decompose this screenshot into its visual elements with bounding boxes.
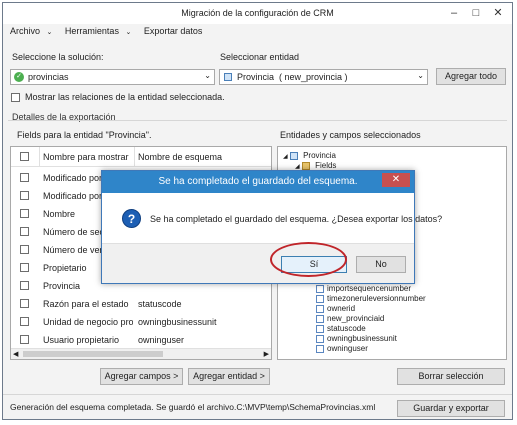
chevron-down-icon: ⌄ xyxy=(204,71,211,80)
row-checkbox[interactable] xyxy=(20,191,29,200)
save-export-button[interactable]: Guardar y exportar xyxy=(397,400,505,417)
table-row[interactable]: Razón para el estado statuscode xyxy=(11,295,271,313)
scroll-left-icon: ◀ xyxy=(13,351,19,358)
field-icon xyxy=(316,344,324,353)
add-all-button[interactable]: Agregar todo xyxy=(436,68,506,85)
row-display-name: Razón para el estado xyxy=(43,299,129,309)
header-schema-name[interactable]: Nombre de esquema xyxy=(138,152,222,162)
menu-separator-icon: ⌄ xyxy=(46,29,53,36)
row-checkbox[interactable] xyxy=(20,245,29,254)
row-checkbox[interactable] xyxy=(20,173,29,182)
row-schema-name: owninguser xyxy=(138,335,185,345)
menu-bar: Archivo ⌄ Herramientas ⌄ Exportar datos xyxy=(10,26,206,38)
window-title: Migración de la configuración de CRM xyxy=(181,8,334,18)
tree-field-item[interactable]: statuscode xyxy=(316,324,366,334)
table-header: Nombre para mostrar Nombre de esquema xyxy=(11,147,271,167)
maximize-button[interactable]: □ xyxy=(469,6,483,20)
field-icon xyxy=(316,294,324,303)
minimize-button[interactable]: – xyxy=(447,6,461,20)
tree-field-item[interactable]: timezoneruleversionnumber xyxy=(316,294,426,304)
status-text: Generación del esquema completada. Se gu… xyxy=(10,402,376,412)
question-icon: ? xyxy=(122,209,141,228)
check-icon: ✓ xyxy=(14,72,24,82)
menu-separator-icon: ⌄ xyxy=(125,29,132,36)
header-display-name[interactable]: Nombre para mostrar xyxy=(43,152,129,162)
solution-select[interactable]: ✓ provincias ⌄ xyxy=(10,69,215,85)
entity-label: Seleccionar entidad xyxy=(220,52,300,62)
tree-root[interactable]: ◢ Provincia xyxy=(283,151,336,161)
solution-label: Seleccione la solución: xyxy=(12,52,104,62)
no-button[interactable]: No xyxy=(356,256,406,273)
tree-field-item[interactable]: ownerid xyxy=(316,304,355,314)
folder-icon xyxy=(301,161,310,170)
entity-icon xyxy=(224,73,232,81)
divider xyxy=(3,394,512,395)
divider xyxy=(8,120,507,121)
horizontal-scrollbar[interactable]: ◀ ▶ xyxy=(11,348,271,359)
tree-field-item[interactable]: owninguser xyxy=(316,344,368,354)
collapse-icon: ◢ xyxy=(283,154,288,160)
menu-archivo[interactable]: Archivo xyxy=(10,26,40,36)
menu-exportar-datos[interactable]: Exportar datos xyxy=(144,26,203,36)
add-fields-button[interactable]: Agregar campos > xyxy=(100,368,183,385)
highlight-ring xyxy=(270,242,347,277)
table-row[interactable]: Usuario propietario owninguser xyxy=(11,331,271,349)
row-checkbox[interactable] xyxy=(20,317,29,326)
add-entity-button[interactable]: Agregar entidad > xyxy=(188,368,270,385)
dialog-close-button[interactable]: ✕ xyxy=(382,173,410,187)
clear-selection-button[interactable]: Borrar selección xyxy=(397,368,505,385)
confirm-dialog: Se ha completado el guardado del esquema… xyxy=(101,170,442,284)
fields-label: Fields para la entidad "Provincia". xyxy=(17,130,152,140)
row-display-name: Unidad de negocio propie xyxy=(43,317,133,327)
menu-herramientas[interactable]: Herramientas xyxy=(65,26,119,36)
tree-field-item[interactable]: owningbusinessunit xyxy=(316,334,397,344)
selected-label: Entidades y campos seleccionados xyxy=(280,130,421,140)
field-icon xyxy=(316,324,324,333)
row-checkbox[interactable] xyxy=(20,335,29,344)
field-icon xyxy=(316,314,324,323)
title-bar: Migración de la configuración de CRM – □… xyxy=(3,3,512,24)
dialog-footer: Sí No xyxy=(102,243,414,283)
scroll-thumb[interactable] xyxy=(23,351,163,357)
field-icon xyxy=(316,334,324,343)
row-checkbox[interactable] xyxy=(20,209,29,218)
field-icon xyxy=(316,304,324,313)
tree-field-item[interactable]: importsequencenumber xyxy=(316,284,411,294)
table-row[interactable]: Unidad de negocio propie owningbusinessun… xyxy=(11,313,271,331)
entity-select[interactable]: Provincia ( new_provincia ) ⌄ xyxy=(219,69,428,85)
row-display-name: Usuario propietario xyxy=(43,335,120,345)
entity-value: Provincia ( new_provincia ) xyxy=(237,72,348,82)
show-relations-label: Mostrar las relaciones de la entidad sel… xyxy=(25,92,225,102)
chevron-down-icon: ⌄ xyxy=(417,71,424,80)
row-checkbox[interactable] xyxy=(20,263,29,272)
scroll-right-icon: ▶ xyxy=(263,351,269,358)
row-checkbox[interactable] xyxy=(20,281,29,290)
row-checkbox[interactable] xyxy=(20,227,29,236)
row-schema-name: statuscode xyxy=(138,299,182,309)
row-checkbox[interactable] xyxy=(20,299,29,308)
close-button[interactable]: ✕ xyxy=(491,6,505,20)
select-all-checkbox[interactable] xyxy=(20,152,29,161)
entity-icon xyxy=(289,151,298,160)
tree-field-item[interactable]: new_provinciaid xyxy=(316,314,384,324)
show-relations-checkbox[interactable] xyxy=(11,93,20,102)
dialog-message: Se ha completado el guardado del esquema… xyxy=(150,214,443,224)
dialog-title: Se ha completado el guardado del esquema… xyxy=(102,171,414,193)
field-icon xyxy=(316,284,324,293)
row-schema-name: owningbusinessunit xyxy=(138,317,217,327)
solution-value: provincias xyxy=(28,72,69,82)
